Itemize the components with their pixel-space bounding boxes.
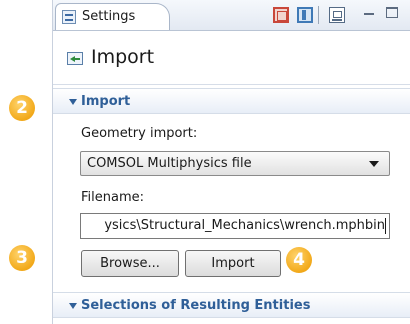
chevron-down-icon: [69, 303, 77, 309]
callout-badge: 3: [9, 245, 35, 271]
browse-button[interactable]: Browse...: [81, 250, 179, 277]
page-header: Import: [53, 30, 410, 85]
import-arrow-icon: [67, 52, 83, 65]
settings-grid-icon: [62, 10, 76, 24]
filename-label: Filename:: [81, 190, 145, 205]
toolbar-divider: [318, 6, 319, 24]
geometry-import-value: COMSOL Multiphysics file: [87, 156, 252, 171]
chevron-down-icon: [69, 99, 77, 105]
filename-input[interactable]: ysics\Structural_Mechanics\wrench.mphbin: [80, 213, 390, 239]
section-title: Selections of Resulting Entities: [81, 298, 311, 313]
text-caret: [385, 218, 386, 234]
maximize-icon[interactable]: [386, 7, 398, 18]
red-window-icon[interactable]: [273, 7, 289, 23]
import-button[interactable]: Import: [185, 250, 281, 277]
section-import-header[interactable]: Import: [53, 88, 410, 114]
settings-panel: Settings Import Import Geometry import: …: [52, 0, 410, 324]
page-title: Import: [91, 46, 155, 68]
tab-bar: Settings: [53, 0, 410, 31]
section-selections-header[interactable]: Selections of Resulting Entities: [53, 292, 410, 318]
geometry-import-select[interactable]: COMSOL Multiphysics file: [80, 151, 390, 176]
filename-value: ysics\Structural_Mechanics\wrench.mphbin: [104, 218, 385, 233]
callout-badge: 2: [9, 95, 35, 121]
chart-window-icon[interactable]: [329, 7, 345, 23]
dropdown-arrow-icon: [369, 161, 379, 167]
callout-badge: 4: [286, 247, 312, 273]
geometry-import-label: Geometry import:: [81, 126, 198, 141]
minimize-icon[interactable]: [364, 13, 374, 15]
section-title: Import: [81, 94, 131, 109]
blue-pane-icon[interactable]: [297, 7, 313, 23]
tab-label: Settings: [82, 9, 136, 24]
tab-settings[interactable]: Settings: [55, 3, 170, 30]
